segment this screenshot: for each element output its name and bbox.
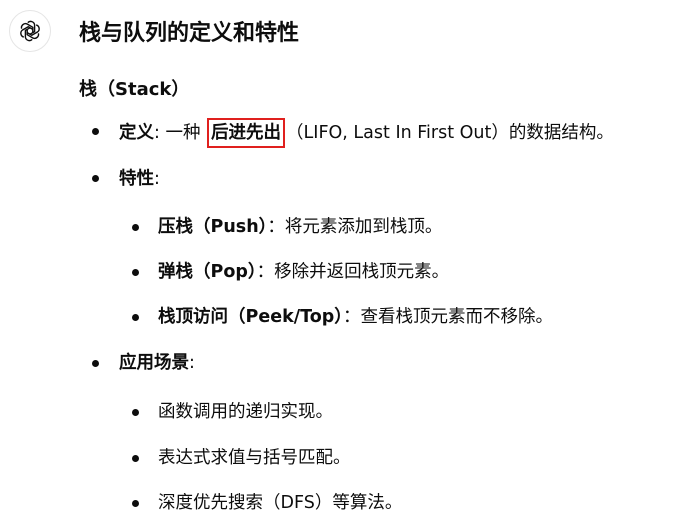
sub-bullet-dot: [132, 269, 139, 276]
sub-bullet-dot: [132, 409, 139, 416]
applications-item: 应用场景:: [119, 349, 195, 377]
feature-desc: ：查看栈顶元素而不移除。: [343, 307, 554, 327]
sub-bullet-dot: [132, 224, 139, 231]
highlighted-term: 后进先出: [207, 118, 286, 148]
sub-bullet-dot: [132, 500, 139, 507]
assistant-avatar: [9, 10, 51, 52]
bullet-dot: [92, 175, 99, 182]
openai-logo-icon: [20, 20, 40, 42]
message-title: 栈与队列的定义和特性: [79, 21, 300, 46]
applications-label: 应用场景: [119, 353, 189, 373]
application-item: 函数调用的递归实现。: [158, 402, 333, 422]
definition-item: 定义: 一种 后进先出 （LIFO, Last In First Out）的数据结…: [119, 118, 614, 148]
definition-text: （LIFO, Last In First Out）的数据结构。: [286, 123, 614, 143]
features-item: 特性:: [119, 165, 160, 193]
sub-bullet-dot: [132, 455, 139, 462]
application-item: 表达式求值与括号匹配。: [158, 448, 351, 468]
bullet-dot: [92, 360, 99, 367]
applications-separator: :: [189, 353, 195, 373]
application-item: 深度优先搜索（DFS）等算法。: [158, 493, 403, 513]
definition-separator: : 一种: [154, 123, 201, 143]
feature-term: 压栈（Push）: [158, 217, 268, 237]
features-label: 特性: [119, 169, 154, 189]
sub-bullet-dot: [132, 314, 139, 321]
feature-term: 栈顶访问（Peek/Top）: [158, 307, 344, 327]
feature-desc: ：移除并返回栈顶元素。: [256, 262, 450, 282]
bullet-dot: [92, 128, 99, 135]
definition-label: 定义: [119, 123, 154, 143]
feature-push: 压栈（Push）：将元素添加到栈顶。: [158, 213, 442, 241]
feature-term: 弹栈（Pop）: [158, 262, 257, 282]
feature-pop: 弹栈（Pop）：移除并返回栈顶元素。: [158, 258, 449, 286]
features-separator: :: [154, 169, 160, 189]
section-heading-stack: 栈（Stack）: [79, 79, 190, 100]
feature-peek: 栈顶访问（Peek/Top）：查看栈顶元素而不移除。: [158, 303, 553, 331]
feature-desc: ：将元素添加到栈顶。: [267, 217, 443, 237]
